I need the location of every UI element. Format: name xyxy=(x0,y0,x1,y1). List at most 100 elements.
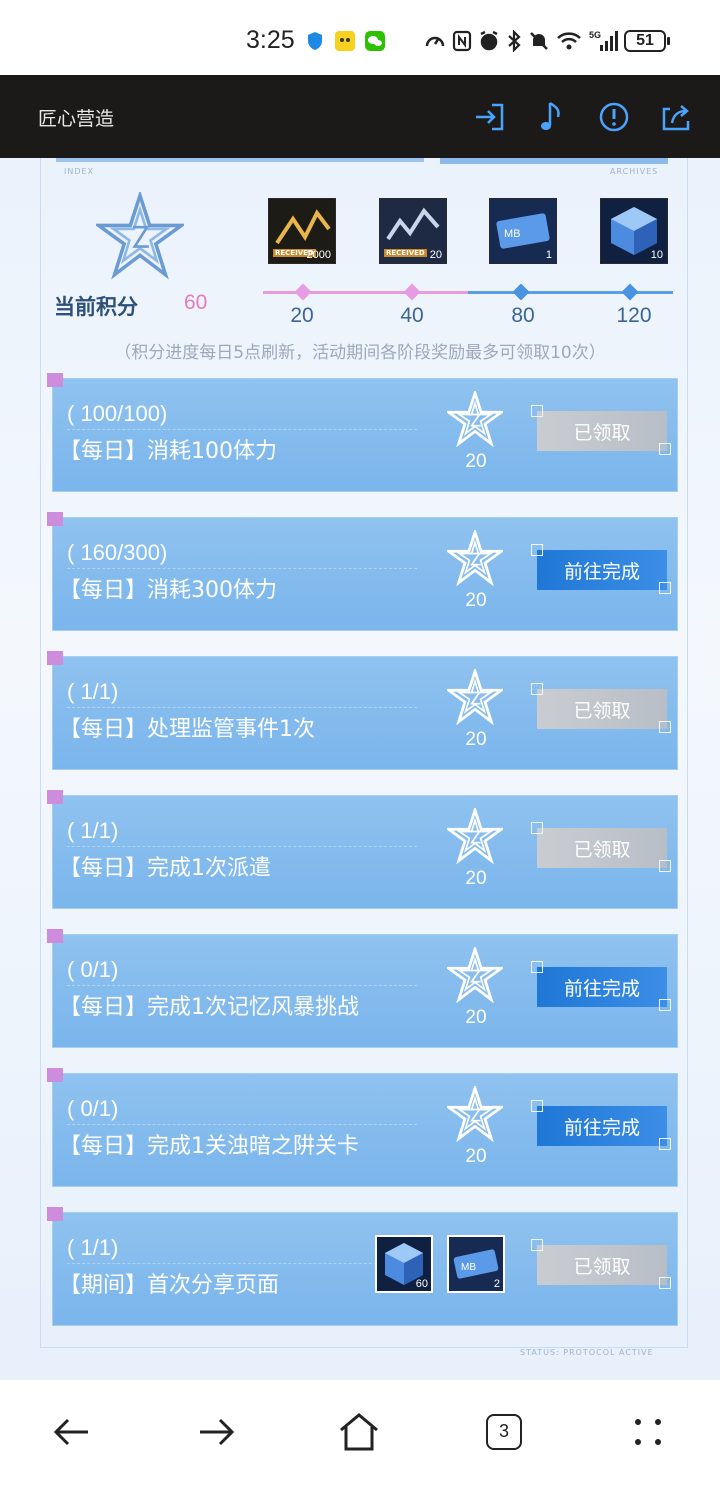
divider xyxy=(67,1124,417,1125)
login-icon[interactable] xyxy=(470,97,510,137)
milestone-reward-2[interactable]: RECEIVED 20 xyxy=(379,198,447,264)
wechat-icon xyxy=(365,31,385,51)
task-name: 【每日】消耗300体力 xyxy=(59,578,277,603)
browser-nav-bar xyxy=(0,1380,720,1485)
nfc-icon xyxy=(452,30,472,52)
reward-count: 10 xyxy=(650,249,663,261)
score-star-icon xyxy=(96,192,184,280)
task-name: 【每日】完成1次派遣 xyxy=(59,856,271,881)
page-title: 匠心营造 xyxy=(38,108,115,130)
points-star-icon xyxy=(444,1083,506,1143)
go-complete-button[interactable]: 前往完成 xyxy=(537,1106,667,1146)
task-points: 20 xyxy=(465,729,487,750)
milestone-label: 40 xyxy=(400,304,424,327)
corner-marker xyxy=(659,582,671,594)
current-score-label: 当前积分 xyxy=(54,295,138,319)
svg-text:5G: 5G xyxy=(589,30,601,40)
corner-marker xyxy=(659,860,671,872)
task-progress: ( 100/100) xyxy=(67,401,168,426)
points-star-icon xyxy=(444,527,506,587)
home-icon[interactable] xyxy=(337,1410,381,1454)
milestone-reward-4[interactable]: 10 xyxy=(600,198,668,264)
points-star-icon xyxy=(444,388,506,448)
status-icons: 5G 51 xyxy=(424,26,670,56)
archives-label: ARCHIVES xyxy=(610,167,659,176)
received-badge: RECEIVED xyxy=(384,249,427,257)
forward-arrow-icon[interactable] xyxy=(194,1410,238,1454)
claimed-button[interactable]: 已领取 xyxy=(537,689,667,729)
speedometer-icon xyxy=(425,36,445,47)
reward-count: 1 xyxy=(545,249,552,261)
corner-marker xyxy=(531,405,543,417)
shield-app-icon xyxy=(308,32,322,50)
task-points: 20 xyxy=(465,868,487,889)
points-star-icon xyxy=(444,666,506,726)
bluetooth-icon xyxy=(508,30,521,52)
corner-marker xyxy=(659,443,671,455)
task-progress: ( 160/300) xyxy=(67,540,168,565)
claimed-button[interactable]: 已领取 xyxy=(537,1245,667,1285)
corner-marker xyxy=(659,999,671,1011)
alert-icon[interactable] xyxy=(594,97,634,137)
task-progress: ( 1/1) xyxy=(67,679,119,704)
divider xyxy=(67,568,417,569)
alarm-icon xyxy=(480,30,498,51)
milestone-label: 120 xyxy=(616,304,652,327)
task-name: 【每日】完成1关浊暗之阱关卡 xyxy=(59,1134,359,1159)
index-tab[interactable] xyxy=(56,158,424,162)
share-icon[interactable] xyxy=(656,97,696,137)
score-progress-bar xyxy=(263,283,673,301)
battery-indicator: 51 xyxy=(624,30,670,52)
milestone-reward-1[interactable]: RECEIVED 2000 xyxy=(268,198,336,264)
divider xyxy=(67,1263,417,1264)
go-complete-button[interactable]: 前往完成 xyxy=(537,550,667,590)
divider xyxy=(67,846,417,847)
svg-text:MB: MB xyxy=(461,1262,476,1273)
milestone-label: 20 xyxy=(290,304,314,327)
claimed-button[interactable]: 已领取 xyxy=(537,411,667,451)
archives-tab[interactable] xyxy=(440,158,668,164)
ticket-icon[interactable]: MB 2 xyxy=(447,1235,505,1293)
music-note-icon[interactable] xyxy=(532,97,572,137)
reward-count: 2000 xyxy=(306,249,331,261)
task-card: ( 0/1) 【每日】完成1次记忆风暴挑战 20 前往完成 xyxy=(47,929,678,1048)
milestone-reward-3[interactable]: MB 1 xyxy=(489,198,557,264)
reward-count: 20 xyxy=(429,249,442,261)
wifi-icon xyxy=(557,32,581,50)
index-label: INDEX xyxy=(64,167,95,176)
mute-bell-icon xyxy=(530,32,548,50)
task-card: ( 0/1) 【每日】完成1关浊暗之阱关卡 20 前往完成 xyxy=(47,1068,678,1187)
event-panel: INDEX ARCHIVES RECEIVED 2000 RECEIVED 20… xyxy=(0,158,720,1380)
task-name: 【期间】首次分享页面 xyxy=(59,1273,280,1298)
signal-5g-icon: 5G xyxy=(589,30,618,51)
go-complete-button[interactable]: 前往完成 xyxy=(537,967,667,1007)
back-arrow-icon[interactable] xyxy=(50,1410,94,1454)
menu-dots-icon[interactable] xyxy=(626,1410,670,1454)
task-points: 20 xyxy=(465,590,487,611)
status-time: 3:25 xyxy=(246,26,295,54)
claimed-button[interactable]: 已领取 xyxy=(537,828,667,868)
corner-marker xyxy=(531,1100,543,1112)
crystal-cube-icon[interactable]: 60 xyxy=(375,1235,433,1293)
corner-marker xyxy=(531,961,543,973)
corner-marker xyxy=(659,721,671,733)
task-points: 20 xyxy=(465,451,487,472)
task-card: ( 1/1) 【每日】处理监管事件1次 20 已领取 xyxy=(47,651,678,770)
corner-marker xyxy=(659,1138,671,1150)
app-notification-icon xyxy=(335,31,355,51)
task-card: ( 160/300) 【每日】消耗300体力 20 前往完成 xyxy=(47,512,678,631)
corner-marker xyxy=(531,1239,543,1251)
task-card: ( 1/1) 【期间】首次分享页面 60 MB 2 已领取 xyxy=(47,1207,678,1326)
corner-marker xyxy=(531,822,543,834)
task-progress: ( 1/1) xyxy=(67,818,119,843)
svg-text:MB: MB xyxy=(504,228,521,240)
tabs-icon[interactable]: 3 xyxy=(486,1414,522,1450)
item-count: 2 xyxy=(493,1278,500,1290)
points-star-icon xyxy=(444,944,506,1004)
status-bar: 3:25 5G 51 xyxy=(0,0,720,75)
corner-marker xyxy=(531,683,543,695)
status-protocol-label: STATUS: PROTOCOL ACTIVE xyxy=(520,1348,654,1357)
corner-marker xyxy=(659,1277,671,1289)
divider xyxy=(67,707,417,708)
task-card: ( 100/100) 【每日】消耗100体力 20 已领取 xyxy=(47,373,678,492)
